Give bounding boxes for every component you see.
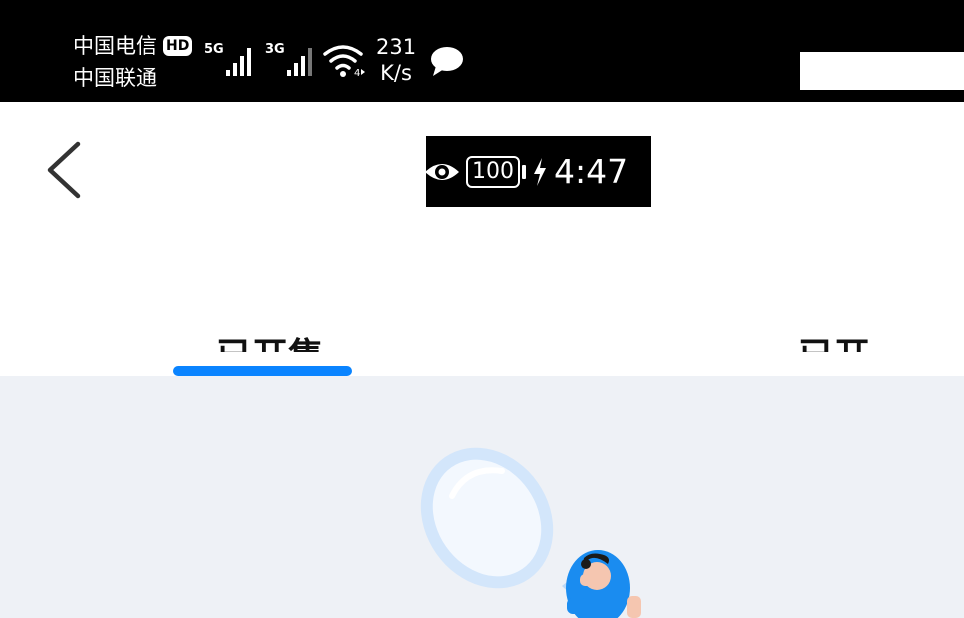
wifi-icon: 4: [323, 45, 365, 78]
speed-unit: K/s: [380, 61, 412, 85]
signal-gen-label: 3G: [265, 42, 285, 57]
tab-on-sale-courses[interactable]: 已开售课: [216, 326, 358, 352]
carrier-name-1: 中国电信: [73, 34, 157, 58]
hd-badge: HD: [163, 36, 193, 56]
carrier-row-1: 中国电信 HD: [73, 30, 193, 62]
message-icon: [431, 47, 463, 76]
carrier-row-2: 中国联通: [73, 62, 192, 94]
battery-cap: [522, 164, 526, 179]
carrier-info: 中国电信 HD 中国联通: [73, 30, 193, 94]
screen: 中国电信 HD 中国联通 5G 3G 4 231 K/s 100 4:47: [0, 0, 964, 618]
battery-indicator: 100: [466, 155, 526, 188]
svg-text:4: 4: [354, 68, 360, 78]
content-area: [0, 376, 964, 618]
carrier-name-2: 中国联通: [73, 66, 157, 90]
eye-icon: [426, 163, 459, 180]
status-bar-blank-block: [800, 52, 964, 90]
signal-bars: [286, 46, 312, 76]
overlay-status-strip: 100 4:47: [426, 136, 651, 207]
speed-value: 231: [376, 35, 417, 59]
signal-5g-icon: 5G: [204, 40, 251, 76]
active-tab-indicator: [173, 366, 352, 376]
clock-time: 4:47: [554, 152, 629, 191]
empty-state-illustration: [420, 447, 641, 618]
signal-bars: [225, 46, 251, 76]
tab-bar: 已开售课 已开: [0, 300, 964, 376]
back-arrow-icon[interactable]: [38, 138, 88, 202]
signal-gen-label: 5G: [204, 42, 224, 57]
signal-3g-icon: 3G: [265, 40, 312, 76]
battery-level: 100: [466, 155, 520, 188]
network-speed: 231 K/s: [376, 34, 416, 86]
tab-second[interactable]: 已开: [798, 326, 886, 352]
status-bar: 中国电信 HD 中国联通 5G 3G 4 231 K/s: [0, 0, 964, 102]
charging-bolt-icon: [534, 157, 546, 186]
